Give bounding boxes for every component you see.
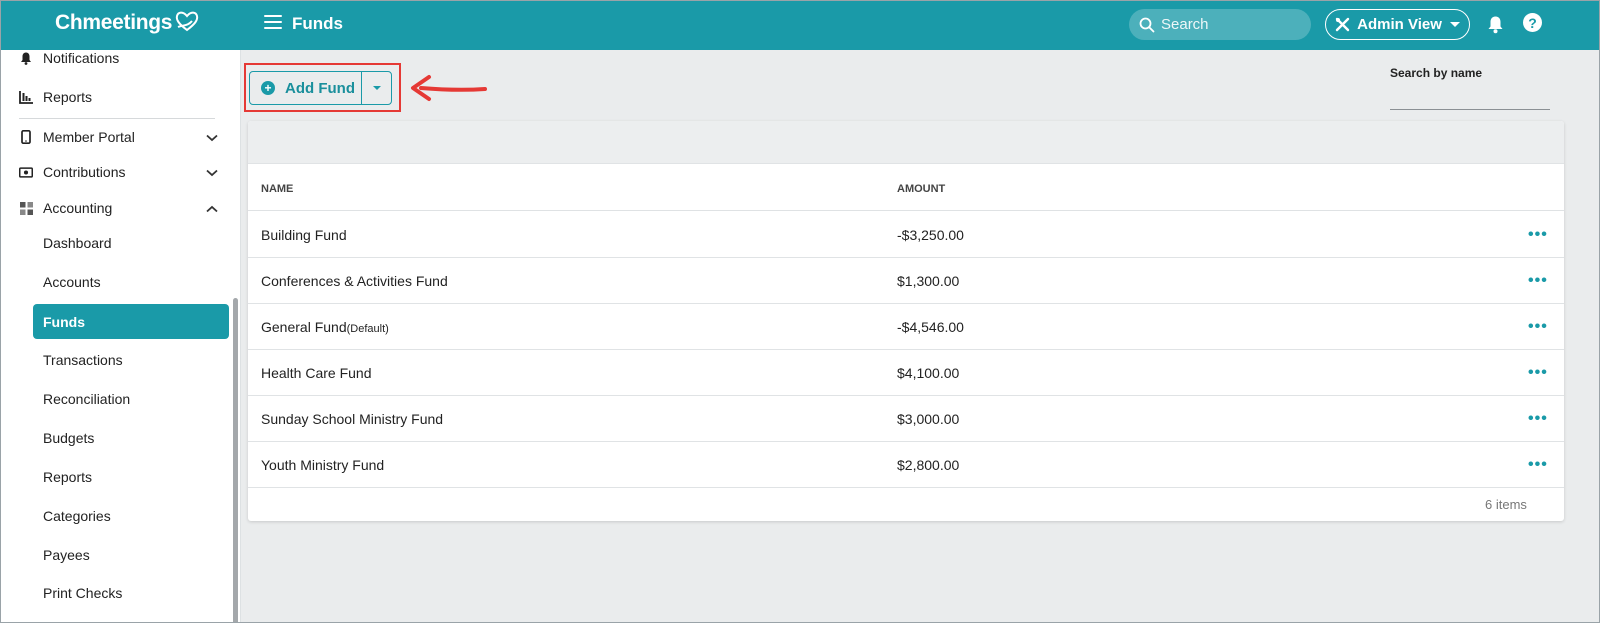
sidebar-item-dashboard[interactable]: Dashboard [33, 225, 229, 260]
chevron-down-icon [1449, 22, 1460, 27]
hamburger-menu-icon[interactable] [264, 15, 282, 31]
table-row[interactable]: Sunday School Ministry Fund $3,000.00 ••… [248, 396, 1564, 442]
chevron-up-icon [206, 200, 218, 216]
search-by-name-label: Search by name [1390, 66, 1483, 80]
table-row[interactable]: Health Care Fund $4,100.00 ••• [248, 350, 1564, 396]
fund-amount: $3,000.00 [897, 411, 960, 427]
sidebar-item-payees[interactable]: Payees [33, 537, 229, 572]
sidebar-scrollbar[interactable] [233, 298, 238, 622]
sidebar-item-categories[interactable]: Categories [33, 498, 229, 533]
funds-table-card: NAME AMOUNT Building Fund -$3,250.00 •••… [248, 121, 1564, 521]
annotation-arrow-icon [411, 75, 487, 101]
more-options-icon[interactable]: ••• [1528, 410, 1548, 428]
fund-amount: $2,800.00 [897, 457, 960, 473]
search-input[interactable] [1161, 16, 1301, 33]
column-header-amount[interactable]: AMOUNT [897, 183, 945, 195]
sidebar-item-budgets[interactable]: Budgets [33, 420, 229, 455]
sidebar-item-print-checks[interactable]: Print Checks [33, 575, 229, 610]
global-search[interactable] [1129, 9, 1311, 40]
chevron-down-icon [206, 129, 218, 145]
fund-name: Conferences & Activities Fund [261, 273, 448, 289]
main-content: + Add Fund Search by name NAME AMOUNT Bu… [241, 50, 1599, 622]
logo[interactable]: Chmeetings [55, 11, 200, 35]
fund-name: General Fund(Default) [261, 319, 389, 335]
help-icon[interactable]: ? [1523, 13, 1542, 32]
add-fund-dropdown-toggle[interactable] [361, 72, 391, 104]
bell-icon [19, 51, 33, 65]
column-header-name[interactable]: NAME [261, 183, 293, 195]
logo-heart-icon [176, 11, 199, 32]
more-options-icon[interactable]: ••• [1528, 364, 1548, 382]
phone-icon [19, 130, 33, 144]
sidebar-item-accounting[interactable]: Accounting [1, 190, 231, 226]
notifications-bell-icon[interactable] [1487, 15, 1504, 39]
bar-chart-icon [19, 90, 33, 104]
sidebar-item-label: Accounting [43, 200, 113, 216]
sidebar-item-contributions[interactable]: Contributions [1, 154, 231, 190]
grid-icon [19, 201, 33, 215]
admin-view-label: Admin View [1357, 16, 1442, 33]
sidebar-item-transactions[interactable]: Transactions [33, 342, 229, 377]
add-fund-button[interactable]: + Add Fund [250, 72, 361, 104]
chevron-down-icon [206, 164, 218, 180]
table-row[interactable]: General Fund(Default) -$4,546.00 ••• [248, 304, 1564, 350]
fund-amount: -$3,250.00 [897, 227, 964, 243]
fund-name: Health Care Fund [261, 365, 372, 381]
fund-amount: -$4,546.00 [897, 319, 964, 335]
sidebar-item-notifications[interactable]: Notifications [1, 40, 231, 76]
sidebar: Notifications Reports Member Portal Cont… [1, 50, 241, 622]
table-row[interactable]: Conferences & Activities Fund $1,300.00 … [248, 258, 1564, 304]
sidebar-item-funds[interactable]: Funds [33, 304, 229, 339]
sidebar-item-reports[interactable]: Reports [1, 79, 231, 115]
sidebar-item-label: Reports [43, 89, 93, 105]
money-icon [19, 165, 33, 179]
more-options-icon[interactable]: ••• [1528, 272, 1548, 290]
sidebar-item-reconciliation[interactable]: Reconciliation [33, 381, 229, 416]
admin-view-button[interactable]: Admin View [1325, 9, 1470, 40]
sidebar-item-label: Member Portal [43, 129, 135, 145]
more-options-icon[interactable]: ••• [1528, 318, 1548, 336]
default-tag: (Default) [346, 323, 389, 335]
sidebar-item-label: Contributions [43, 164, 126, 180]
fund-amount: $4,100.00 [897, 365, 960, 381]
more-options-icon[interactable]: ••• [1528, 456, 1548, 474]
sidebar-item-member-portal[interactable]: Member Portal [1, 119, 231, 155]
add-fund-label: Add Fund [285, 79, 355, 97]
tools-icon [1335, 17, 1350, 32]
table-header: NAME AMOUNT [248, 164, 1564, 211]
table-row[interactable]: Youth Ministry Fund $2,800.00 ••• [248, 442, 1564, 488]
app-frame: Chmeetings Funds Admin View [0, 0, 1600, 623]
table-row[interactable]: Building Fund -$3,250.00 ••• [248, 212, 1564, 258]
fund-name: Youth Ministry Fund [261, 457, 385, 473]
card-toolbar [248, 121, 1564, 164]
more-options-icon[interactable]: ••• [1528, 226, 1548, 244]
fund-name: Building Fund [261, 227, 347, 243]
fund-name: Sunday School Ministry Fund [261, 411, 444, 427]
search-by-name: Search by name [1390, 66, 1550, 110]
sidebar-item-label: Notifications [43, 50, 120, 66]
fund-amount: $1,300.00 [897, 273, 960, 289]
sidebar-item-accounts[interactable]: Accounts [33, 264, 229, 299]
top-bar: Chmeetings Funds Admin View [1, 1, 1599, 50]
page-title: Funds [292, 14, 343, 33]
logo-text: Chmeetings [55, 11, 173, 34]
caret-down-icon [372, 86, 381, 90]
plus-circle-icon: + [261, 81, 275, 95]
item-count: 6 items [1485, 497, 1527, 512]
search-icon [1139, 17, 1155, 32]
add-fund-split-button: + Add Fund [249, 71, 392, 105]
sidebar-item-reports-accounting[interactable]: Reports [33, 459, 229, 494]
search-by-name-input[interactable] [1390, 88, 1550, 110]
